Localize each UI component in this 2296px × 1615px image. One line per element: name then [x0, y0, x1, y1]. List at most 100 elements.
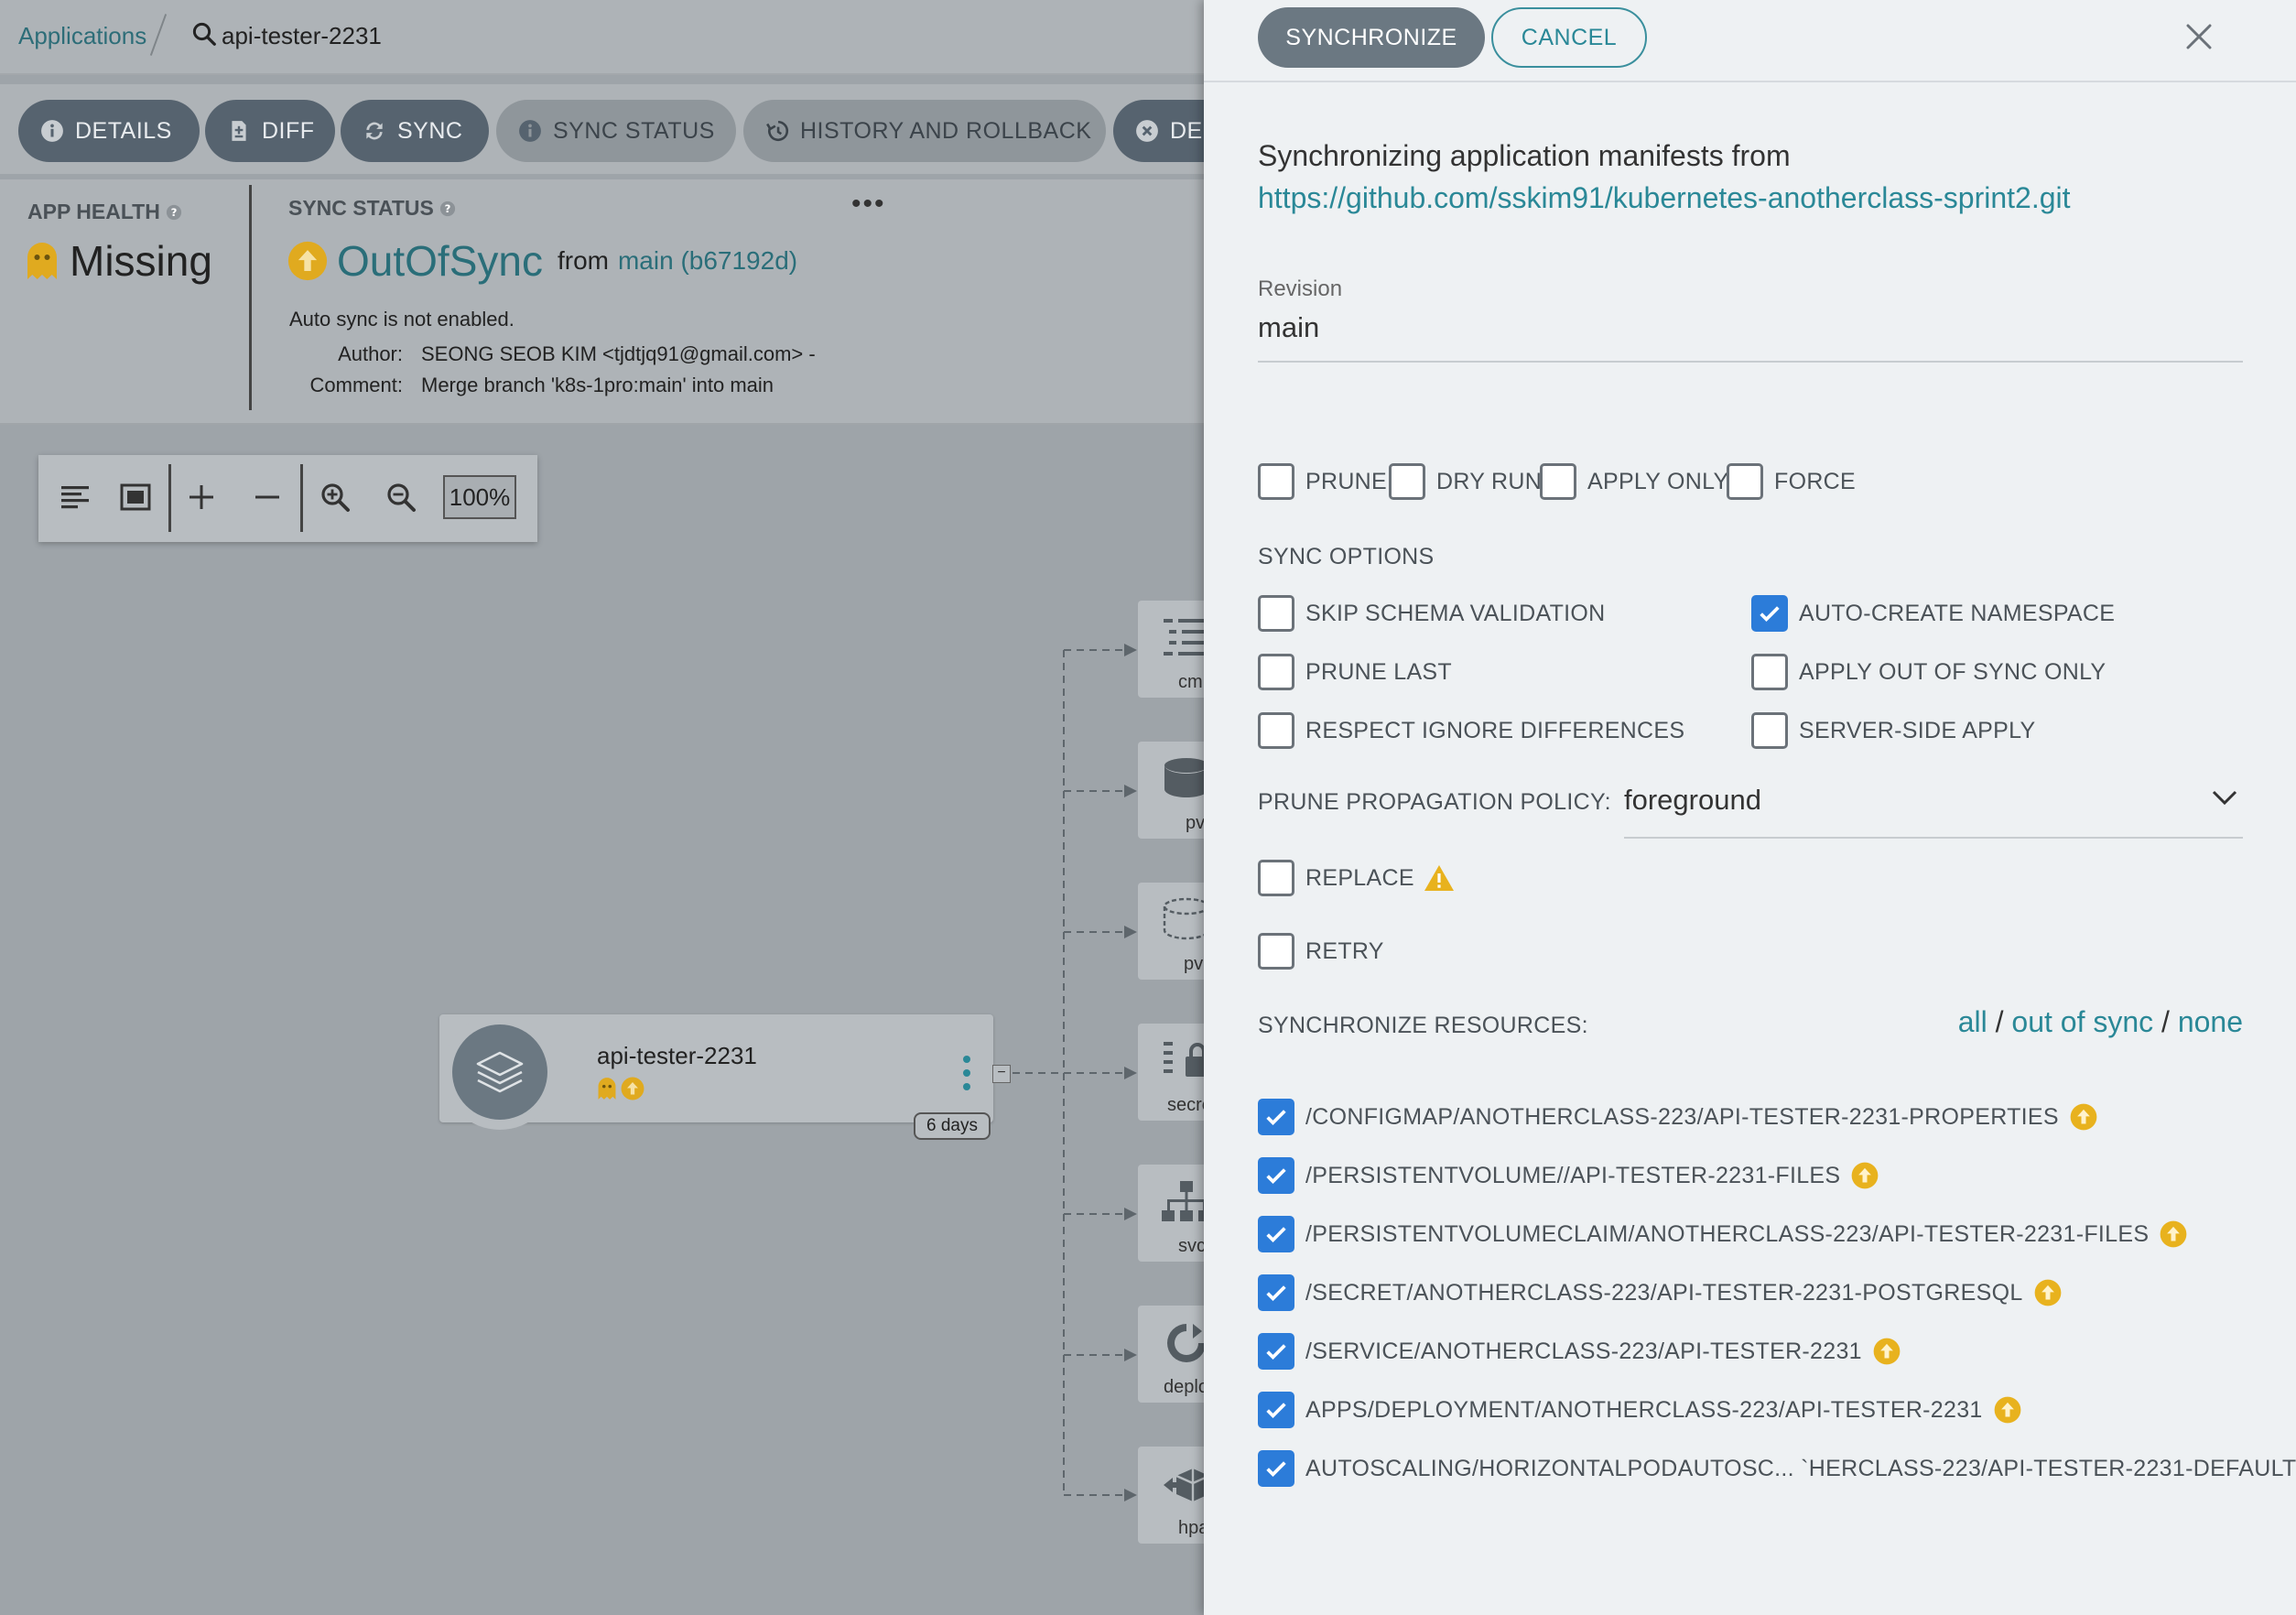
- force-checkbox[interactable]: FORCE: [1727, 463, 1856, 500]
- resource-label: AUTOSCALING/HORIZONTALPODAUTOSC... `HERC…: [1305, 1455, 2296, 1481]
- app-node-title: api-tester-2231: [597, 1042, 757, 1069]
- resource-checkbox-row[interactable]: /SERVICE/ANOTHERCLASS-223/API-TESTER-223…: [1258, 1333, 1901, 1370]
- autoscaler-box-icon: [1164, 1469, 1204, 1501]
- dry-run-checkbox[interactable]: DRY RUN: [1389, 463, 1542, 500]
- resource-checkbox-row[interactable]: /PERSISTENTVOLUMECLAIM/ANOTHERCLASS-223/…: [1258, 1216, 2187, 1252]
- checkbox-label: DRY RUN: [1436, 468, 1543, 494]
- checkbox-box[interactable]: [1540, 463, 1576, 500]
- checkmark-icon: [1266, 1168, 1286, 1185]
- replace-checkbox[interactable]: REPLACE: [1258, 860, 1455, 896]
- auto-create-namespace-checkbox[interactable]: AUTO-CREATE NAMESPACE: [1751, 595, 2115, 632]
- checkbox-label: RESPECT IGNORE DIFFERENCES: [1305, 717, 1685, 743]
- secret-lock-icon: [1164, 1042, 1204, 1077]
- checkbox-box[interactable]: [1258, 463, 1294, 500]
- resource-node-service[interactable]: svc: [1138, 1165, 1204, 1262]
- resource-checkbox-row[interactable]: /PERSISTENTVOLUME//API-TESTER-2231-FILES: [1258, 1157, 1879, 1194]
- service-network-icon: [1162, 1181, 1204, 1221]
- checkbox-label: APPLY OUT OF SYNC ONLY: [1799, 658, 2106, 685]
- resource-graph-edges: [1013, 644, 1137, 1501]
- resource-node-label: pvc: [1184, 954, 1204, 974]
- checkbox-box-checked[interactable]: [1258, 1392, 1294, 1428]
- checkbox-box[interactable]: [1258, 712, 1294, 749]
- checkbox-box-checked[interactable]: [1258, 1157, 1294, 1194]
- out-of-sync-icon: [2070, 1103, 2097, 1131]
- resource-node-label: svc: [1178, 1236, 1204, 1256]
- prune-policy-select[interactable]: foreground: [1624, 784, 1761, 817]
- checkbox-box-checked[interactable]: [1258, 1450, 1294, 1487]
- checkbox-label: REPLACE: [1305, 864, 1414, 891]
- prune-checkbox[interactable]: PRUNE: [1258, 463, 1387, 500]
- checkmark-icon: [1266, 1110, 1286, 1126]
- resource-checkbox-row[interactable]: /SECRET/ANOTHERCLASS-223/API-TESTER-2231…: [1258, 1274, 2062, 1311]
- application-view: Applications api-tester-2231 DETAILS DIF…: [0, 0, 1204, 1615]
- checkbox-label: APPLY ONLY: [1587, 468, 1729, 494]
- resource-node-configmap[interactable]: cm: [1138, 601, 1204, 698]
- checkbox-label: SKIP SCHEMA VALIDATION: [1305, 600, 1606, 626]
- checkbox-label: PRUNE: [1305, 468, 1388, 494]
- checkbox-box[interactable]: [1258, 595, 1294, 632]
- prune-last-checkbox[interactable]: PRUNE LAST: [1258, 654, 1452, 690]
- revision-label: Revision: [1258, 276, 1343, 301]
- checkbox-label: FORCE: [1774, 468, 1856, 494]
- resource-label: APPS/DEPLOYMENT/ANOTHERCLASS-223/API-TES…: [1305, 1396, 1983, 1423]
- layers-icon: [452, 1024, 547, 1120]
- close-icon[interactable]: [2182, 20, 2215, 53]
- sync-options-title: SYNC OPTIONS: [1258, 544, 1435, 569]
- out-of-sync-icon: [1852, 1162, 1879, 1189]
- checkbox-box[interactable]: [1727, 463, 1763, 500]
- respect-ignore-differences-checkbox[interactable]: RESPECT IGNORE DIFFERENCES: [1258, 712, 1684, 749]
- server-side-apply-checkbox[interactable]: SERVER-SIDE APPLY: [1751, 712, 2035, 749]
- resource-selection-links: all / out of sync / none: [1955, 1005, 2243, 1039]
- select-none-link[interactable]: none: [2178, 1005, 2243, 1038]
- synchronize-button[interactable]: SYNCHRONIZE: [1258, 7, 1485, 68]
- skip-schema-validation-checkbox[interactable]: SKIP SCHEMA VALIDATION: [1258, 595, 1606, 632]
- resource-checkbox-row[interactable]: AUTOSCALING/HORIZONTALPODAUTOSC... `HERC…: [1258, 1450, 2296, 1487]
- checkbox-box[interactable]: [1751, 654, 1788, 690]
- checkbox-box-checked[interactable]: [1258, 1333, 1294, 1370]
- resource-node-label: pv: [1186, 813, 1204, 833]
- checkbox-box[interactable]: [1751, 712, 1788, 749]
- checkbox-box[interactable]: [1258, 860, 1294, 896]
- app-node-status-badges: [597, 1077, 644, 1100]
- resource-checkbox-row[interactable]: /CONFIGMAP/ANOTHERCLASS-223/API-TESTER-2…: [1258, 1099, 2097, 1135]
- resource-node-deployment[interactable]: deploy: [1138, 1306, 1204, 1403]
- arrow-up-circle-icon: [621, 1077, 644, 1100]
- repo-url-link[interactable]: https://github.com/sskim91/kubernetes-an…: [1258, 181, 2071, 215]
- checkbox-box[interactable]: [1258, 933, 1294, 970]
- out-of-sync-icon: [2034, 1279, 2061, 1306]
- volume-claim-icon: [1163, 897, 1204, 940]
- revision-input[interactable]: main: [1258, 311, 1319, 344]
- collapse-node-button[interactable]: −: [992, 1065, 1011, 1083]
- chevron-down-icon[interactable]: [2209, 786, 2240, 809]
- select-out-of-sync-link[interactable]: out of sync: [2011, 1005, 2153, 1038]
- sync-panel: SYNCHRONIZE CANCEL Synchronizing applica…: [1204, 0, 2296, 1615]
- checkbox-box-checked[interactable]: [1258, 1274, 1294, 1311]
- select-all-link[interactable]: all: [1958, 1005, 1987, 1038]
- app-node-age: 6 days: [914, 1112, 991, 1140]
- sync-intro-text: Synchronizing application manifests from: [1258, 139, 1791, 172]
- prune-policy-underline: [1624, 837, 2243, 839]
- checkmark-icon: [1266, 1403, 1286, 1419]
- checkbox-box[interactable]: [1258, 654, 1294, 690]
- out-of-sync-icon: [1994, 1396, 2020, 1424]
- resource-node-hpa[interactable]: hpa: [1138, 1447, 1204, 1544]
- checkmark-icon: [1266, 1344, 1286, 1360]
- resource-node-secret[interactable]: secret: [1138, 1024, 1204, 1121]
- link-separator: /: [2161, 1005, 2170, 1038]
- resource-label: /PERSISTENTVOLUMECLAIM/ANOTHERCLASS-223/…: [1305, 1220, 2150, 1247]
- retry-checkbox[interactable]: RETRY: [1258, 933, 1384, 970]
- resource-node-persistentvolume[interactable]: pv: [1138, 742, 1204, 839]
- resource-label: /PERSISTENTVOLUME//API-TESTER-2231-FILES: [1305, 1162, 1841, 1188]
- app-node-menu-icon[interactable]: [961, 1055, 972, 1096]
- checkbox-box-checked[interactable]: [1258, 1216, 1294, 1252]
- cancel-button[interactable]: CANCEL: [1491, 7, 1647, 68]
- resource-checkbox-row[interactable]: APPS/DEPLOYMENT/ANOTHERCLASS-223/API-TES…: [1258, 1392, 2021, 1428]
- out-of-sync-icon: [2160, 1220, 2187, 1248]
- resource-node-persistentvolumeclaim[interactable]: pvc: [1138, 883, 1204, 980]
- checkbox-box[interactable]: [1389, 463, 1425, 500]
- checkbox-box-checked[interactable]: [1258, 1099, 1294, 1135]
- ghost-icon: [598, 1078, 616, 1100]
- apply-only-checkbox[interactable]: APPLY ONLY: [1540, 463, 1728, 500]
- apply-out-of-sync-only-checkbox[interactable]: APPLY OUT OF SYNC ONLY: [1751, 654, 2106, 690]
- checkbox-box-checked[interactable]: [1751, 595, 1788, 632]
